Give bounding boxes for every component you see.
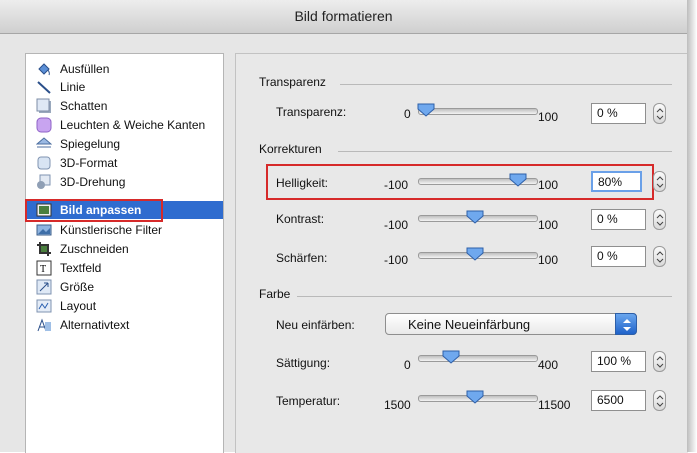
sidebar-item-label: Zuschneiden xyxy=(60,242,129,256)
sidebar-item-ausfuellen[interactable]: Ausfüllen xyxy=(26,60,223,78)
artistic-filter-icon xyxy=(36,222,52,238)
title-bar: Bild formatieren xyxy=(0,0,687,34)
transparency-label: Transparenz: xyxy=(276,105,347,119)
section-title-korrekturen: Korrekturen xyxy=(259,142,322,156)
sidebar-item-label: Spiegelung xyxy=(60,137,121,151)
layout-icon xyxy=(36,298,52,314)
recolor-label: Neu einfärben: xyxy=(276,318,355,332)
sidebar-item-zuschneiden[interactable]: Zuschneiden xyxy=(26,240,223,258)
section-title-transparenz: Transparenz xyxy=(259,75,326,89)
brightness-min-label: -100 xyxy=(384,178,409,192)
temperature-stepper[interactable] xyxy=(653,390,666,411)
sharpness-min-label: -100 xyxy=(384,253,409,267)
section-divider xyxy=(340,84,672,85)
brightness-stepper[interactable] xyxy=(653,171,666,192)
sidebar-item-label: Künstlerische Filter xyxy=(60,223,163,237)
sidebar-item-spiegelung[interactable]: Spiegelung xyxy=(26,135,223,153)
reflection-icon xyxy=(35,136,53,152)
sharpness-label: Schärfen: xyxy=(276,251,328,265)
saturation-label: Sättigung: xyxy=(276,356,331,370)
sidebar-item-label: Textfeld xyxy=(60,261,102,275)
3d-format-icon xyxy=(36,155,52,171)
sidebar-item-textfeld[interactable]: T Textfeld xyxy=(26,259,223,277)
brightness-slider-thumb[interactable] xyxy=(509,173,527,187)
brightness-max-label: 100 xyxy=(538,178,559,192)
sidebar-item-label: Leuchten & Weiche Kanten xyxy=(60,118,206,132)
section-divider xyxy=(297,296,672,297)
sidebar-item-label: Layout xyxy=(60,299,97,313)
shadow-icon xyxy=(36,98,52,114)
contrast-stepper[interactable] xyxy=(653,209,666,230)
size-icon xyxy=(36,279,52,295)
format-picture-dialog: Bild formatieren Ausfüllen Linie Schatte… xyxy=(0,0,688,453)
recolor-dropdown[interactable]: Keine Neueinfärbung xyxy=(385,313,637,335)
transparency-max-label: 100 xyxy=(538,110,559,124)
alt-text-icon xyxy=(36,317,52,333)
section-title-farbe: Farbe xyxy=(259,287,291,301)
sharpness-slider-thumb[interactable] xyxy=(466,247,484,261)
saturation-slider-thumb[interactable] xyxy=(442,350,460,364)
textbox-icon: T xyxy=(36,260,52,276)
sharpness-stepper[interactable] xyxy=(653,246,666,267)
contrast-max-label: 100 xyxy=(538,218,559,232)
transparency-min-label: 0 xyxy=(404,107,411,121)
saturation-slider[interactable] xyxy=(418,355,538,362)
temperature-min-label: 1500 xyxy=(384,398,411,412)
line-icon xyxy=(36,79,52,95)
sidebar-item-label: Größe xyxy=(60,280,95,294)
sidebar-item-linie[interactable]: Linie xyxy=(26,78,223,96)
temperature-max-label: 11500 xyxy=(538,398,571,412)
contrast-label: Kontrast: xyxy=(276,212,325,226)
saturation-min-label: 0 xyxy=(404,358,411,372)
temperature-value-field[interactable]: 6500 xyxy=(591,390,646,411)
glow-icon xyxy=(36,117,52,133)
selection-highlight-box xyxy=(25,199,163,222)
window-title: Bild formatieren xyxy=(294,8,393,24)
temperature-label: Temperatur: xyxy=(276,394,341,408)
transparency-slider-thumb[interactable] xyxy=(417,103,435,117)
contrast-slider-thumb[interactable] xyxy=(466,210,484,224)
brightness-unit: % xyxy=(611,175,623,189)
sidebar-item-schatten[interactable]: Schatten xyxy=(26,97,223,115)
sidebar-item-layout[interactable]: Layout xyxy=(26,297,223,315)
saturation-stepper[interactable] xyxy=(653,351,666,372)
sharpness-value-field[interactable]: 0 % xyxy=(591,246,646,267)
contrast-min-label: -100 xyxy=(384,218,409,232)
window-edge-shadow xyxy=(687,0,697,452)
paint-bucket-icon xyxy=(36,61,52,77)
crop-icon xyxy=(36,241,52,257)
sidebar-item-label: Ausfüllen xyxy=(60,62,110,76)
transparency-value-field[interactable]: 0 % xyxy=(591,103,646,124)
sidebar-item-groesse[interactable]: Größe xyxy=(26,278,223,296)
sidebar-item-kuenstlerische-filter[interactable]: Künstlerische Filter xyxy=(26,221,223,239)
brightness-value-field[interactable]: 80% xyxy=(591,171,642,192)
saturation-value-field[interactable]: 100 % xyxy=(591,351,646,372)
svg-text:T: T xyxy=(40,264,46,275)
brightness-label: Helligkeit: xyxy=(276,176,329,190)
sharpness-max-label: 100 xyxy=(538,253,559,267)
transparency-stepper[interactable] xyxy=(653,103,666,124)
temperature-slider-thumb[interactable] xyxy=(466,390,484,404)
section-divider xyxy=(338,151,672,152)
sidebar-item-3d-format[interactable]: 3D-Format xyxy=(26,154,223,172)
sidebar-item-label: 3D-Drehung xyxy=(60,175,126,189)
sidebar-item-alternativtext[interactable]: Alternativtext xyxy=(26,316,223,334)
dropdown-arrows-icon xyxy=(615,313,637,335)
sidebar-item-label: 3D-Format xyxy=(60,156,118,170)
sidebar-item-label: Alternativtext xyxy=(60,318,130,332)
3d-rotation-icon xyxy=(36,174,52,190)
sidebar-item-leuchten[interactable]: Leuchten & Weiche Kanten xyxy=(26,116,223,134)
contrast-value-field[interactable]: 0 % xyxy=(591,209,646,230)
brightness-value: 80 xyxy=(598,175,612,189)
sidebar-item-label: Schatten xyxy=(60,99,108,113)
transparency-slider[interactable] xyxy=(418,108,538,115)
sidebar-item-3d-drehung[interactable]: 3D-Drehung xyxy=(26,173,223,191)
saturation-max-label: 400 xyxy=(538,358,559,372)
recolor-selected-value: Keine Neueinfärbung xyxy=(408,317,531,332)
sidebar-item-label: Linie xyxy=(60,80,86,94)
category-sidebar: Ausfüllen Linie Schatten Leuchten & Weic… xyxy=(25,53,224,453)
